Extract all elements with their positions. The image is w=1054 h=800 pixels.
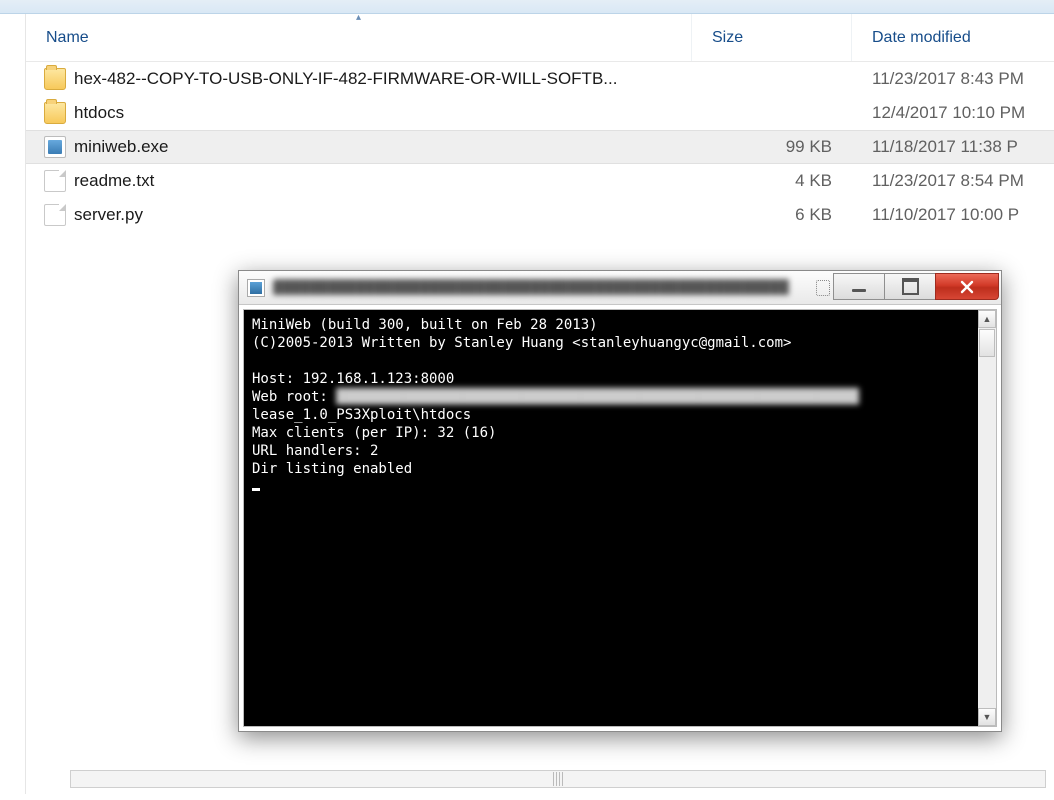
- scroll-up-button[interactable]: ▲: [978, 310, 996, 328]
- file-date-cell: 11/23/2017 8:54 PM: [852, 171, 1054, 191]
- console-vertical-scrollbar[interactable]: ▲ ▼: [978, 310, 996, 726]
- file-icon: [44, 170, 66, 192]
- file-name-label: htdocs: [74, 103, 124, 123]
- column-header-name-label: Name: [46, 29, 89, 47]
- cursor-icon: [252, 488, 260, 491]
- file-name-cell: readme.txt: [26, 170, 692, 192]
- console-window: ████████████████████████████████████████…: [238, 270, 1002, 732]
- nav-sidebar: [0, 14, 26, 794]
- redacted-path: ████████████████████████████████████████…: [336, 388, 859, 406]
- console-line: MiniWeb (build 300, built on Feb 28 2013…: [252, 317, 598, 333]
- file-row[interactable]: miniweb.exe 99 KB11/18/2017 11:38 P: [26, 130, 1054, 164]
- column-header-row: ▴ Name Size Date modified: [26, 14, 1054, 62]
- console-line: lease_1.0_PS3Xploit\htdocs: [252, 407, 471, 423]
- scroll-track[interactable]: [978, 358, 996, 708]
- console-line: Web root:: [252, 389, 336, 405]
- file-name-label: hex-482--COPY-TO-USB-ONLY-IF-482-FIRMWAR…: [74, 69, 617, 89]
- console-line: Max clients (per IP): 32 (16): [252, 425, 496, 441]
- close-button[interactable]: [935, 273, 999, 300]
- file-date-cell: 11/23/2017 8:43 PM: [852, 69, 1054, 89]
- system-menu-icon[interactable]: [816, 280, 830, 296]
- maximize-button[interactable]: [884, 273, 936, 300]
- console-line: Host: 192.168.1.123:8000: [252, 371, 454, 387]
- sort-indicator-icon: ▴: [356, 12, 361, 23]
- file-name-cell: miniweb.exe: [26, 136, 692, 158]
- column-header-size-label: Size: [712, 29, 743, 47]
- file-name-cell: hex-482--COPY-TO-USB-ONLY-IF-482-FIRMWAR…: [26, 68, 692, 90]
- file-name-label: miniweb.exe: [74, 137, 169, 157]
- horizontal-scrollbar[interactable]: [70, 770, 1046, 788]
- column-header-size[interactable]: Size: [692, 14, 852, 61]
- file-row[interactable]: readme.txt 4 KB11/23/2017 8:54 PM: [26, 164, 1054, 198]
- folder-icon: [44, 68, 66, 90]
- console-line: (C)2005-2013 Written by Stanley Huang <s…: [252, 335, 791, 351]
- file-name-label: server.py: [74, 205, 143, 225]
- file-name-cell: server.py: [26, 204, 692, 226]
- window-controls: [834, 271, 1001, 304]
- file-row[interactable]: server.py 6 KB11/10/2017 10:00 P: [26, 198, 1054, 232]
- console-output[interactable]: MiniWeb (build 300, built on Feb 28 2013…: [244, 310, 978, 726]
- console-line: Dir listing enabled: [252, 461, 412, 477]
- file-size-cell: 99 KB: [692, 137, 852, 157]
- file-list: hex-482--COPY-TO-USB-ONLY-IF-482-FIRMWAR…: [26, 62, 1054, 232]
- column-header-date[interactable]: Date modified: [852, 14, 1054, 61]
- file-date-cell: 12/4/2017 10:10 PM: [852, 103, 1054, 123]
- file-size-cell: 6 KB: [692, 205, 852, 225]
- file-row[interactable]: htdocs 12/4/2017 10:10 PM: [26, 96, 1054, 130]
- file-size-cell: 4 KB: [692, 171, 852, 191]
- file-name-label: readme.txt: [74, 171, 154, 191]
- console-app-icon: [247, 279, 265, 297]
- scroll-thumb[interactable]: [979, 329, 995, 357]
- folder-icon: [44, 102, 66, 124]
- console-frame: MiniWeb (build 300, built on Feb 28 2013…: [243, 309, 997, 727]
- file-icon: [44, 204, 66, 226]
- toolbar-spacer: [0, 0, 1054, 14]
- file-date-cell: 11/10/2017 10:00 P: [852, 205, 1054, 225]
- close-icon: [958, 278, 976, 296]
- file-name-cell: htdocs: [26, 102, 692, 124]
- console-titlebar[interactable]: ████████████████████████████████████████…: [239, 271, 1001, 305]
- file-explorer: ▴ Name Size Date modified hex-482--COPY-…: [0, 14, 1054, 794]
- exe-icon: [44, 136, 66, 158]
- minimize-button[interactable]: [833, 273, 885, 300]
- console-line: URL handlers: 2: [252, 443, 378, 459]
- file-date-cell: 11/18/2017 11:38 P: [852, 137, 1054, 157]
- column-header-date-label: Date modified: [872, 29, 971, 47]
- file-row[interactable]: hex-482--COPY-TO-USB-ONLY-IF-482-FIRMWAR…: [26, 62, 1054, 96]
- console-title-text: ████████████████████████████████████████…: [273, 279, 812, 297]
- scroll-down-button[interactable]: ▼: [978, 708, 996, 726]
- scroll-thumb[interactable]: [553, 772, 563, 786]
- column-header-name[interactable]: ▴ Name: [26, 14, 692, 61]
